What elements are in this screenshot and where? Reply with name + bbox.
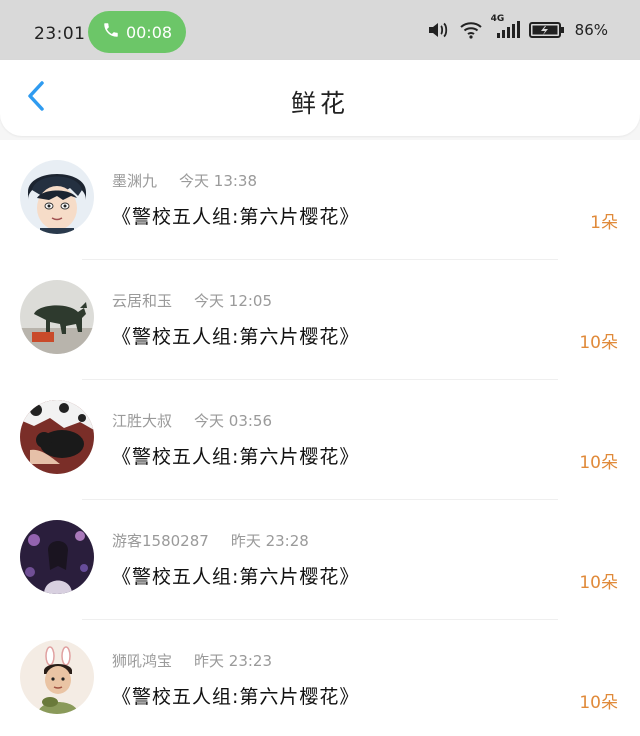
avatar[interactable] — [20, 400, 94, 474]
avatar[interactable] — [20, 520, 94, 594]
phone-icon — [102, 21, 120, 43]
item-flower-count: 10朵 — [579, 573, 618, 593]
list-item[interactable]: 江胜大叔 今天 03:56 《警校五人组:第六片樱花》 10朵 — [0, 380, 640, 500]
call-timer: 00:08 — [125, 22, 173, 42]
item-time: 昨天 23:23 — [194, 652, 273, 670]
flower-list: 墨渊九 今天 13:38 《警校五人组:第六片樱花》 1朵 云居和玉 今天 12… — [0, 140, 640, 736]
item-work-title[interactable]: 《警校五人组:第六片樱花》 — [112, 442, 359, 469]
item-username[interactable]: 狮吼鸿宝 — [112, 650, 172, 671]
item-username[interactable]: 游客1580287 — [112, 530, 209, 551]
item-username[interactable]: 墨渊九 — [112, 170, 157, 191]
item-meta: 云居和玉 今天 12:05 — [112, 290, 272, 311]
avatar[interactable] — [20, 160, 94, 234]
item-work-title[interactable]: 《警校五人组:第六片樱花》 — [112, 562, 359, 589]
item-meta: 江胜大叔 今天 03:56 — [112, 410, 272, 431]
header-bar: 鲜花 — [0, 60, 640, 136]
avatar[interactable] — [20, 280, 94, 354]
status-icons: 4G 86% — [427, 14, 608, 40]
page-title: 鲜花 — [290, 89, 349, 118]
item-username[interactable]: 云居和玉 — [112, 290, 172, 311]
item-work-title[interactable]: 《警校五人组:第六片樱花》 — [112, 322, 359, 349]
network-type: 4G — [490, 14, 505, 24]
list-item[interactable]: 云居和玉 今天 12:05 《警校五人组:第六片樱花》 10朵 — [0, 260, 640, 380]
item-time: 今天 13:38 — [179, 172, 258, 190]
item-flower-count: 10朵 — [579, 333, 618, 353]
battery-icon — [528, 20, 565, 40]
item-flower-count: 1朵 — [590, 213, 618, 233]
item-meta: 墨渊九 今天 13:38 — [112, 170, 257, 191]
list-item[interactable]: 狮吼鸿宝 昨天 23:23 《警校五人组:第六片樱花》 10朵 — [0, 620, 640, 736]
status-bar: 23:01 00:08 4G 86% — [0, 0, 640, 60]
item-time: 今天 03:56 — [194, 412, 273, 430]
wifi-icon — [459, 20, 483, 40]
avatar[interactable] — [20, 640, 94, 714]
battery-percent: 86% — [574, 21, 608, 39]
item-work-title[interactable]: 《警校五人组:第六片樱花》 — [112, 202, 359, 229]
list-item[interactable]: 墨渊九 今天 13:38 《警校五人组:第六片樱花》 1朵 — [0, 140, 640, 260]
list-item[interactable]: 游客1580287 昨天 23:28 《警校五人组:第六片樱花》 10朵 — [0, 500, 640, 620]
item-flower-count: 10朵 — [579, 453, 618, 473]
item-time: 今天 12:05 — [194, 292, 273, 310]
item-time: 昨天 23:28 — [230, 532, 309, 550]
item-flower-count: 10朵 — [579, 693, 618, 713]
volume-icon — [427, 20, 451, 40]
status-time: 23:01 — [34, 24, 86, 44]
item-work-title[interactable]: 《警校五人组:第六片樱花》 — [112, 682, 359, 709]
item-username[interactable]: 江胜大叔 — [112, 410, 172, 431]
item-meta: 狮吼鸿宝 昨天 23:23 — [112, 650, 272, 671]
cellular-signal-icon: 4G — [491, 14, 521, 40]
item-meta: 游客1580287 昨天 23:28 — [112, 530, 309, 551]
call-timer-pill[interactable]: 00:08 — [88, 11, 186, 53]
